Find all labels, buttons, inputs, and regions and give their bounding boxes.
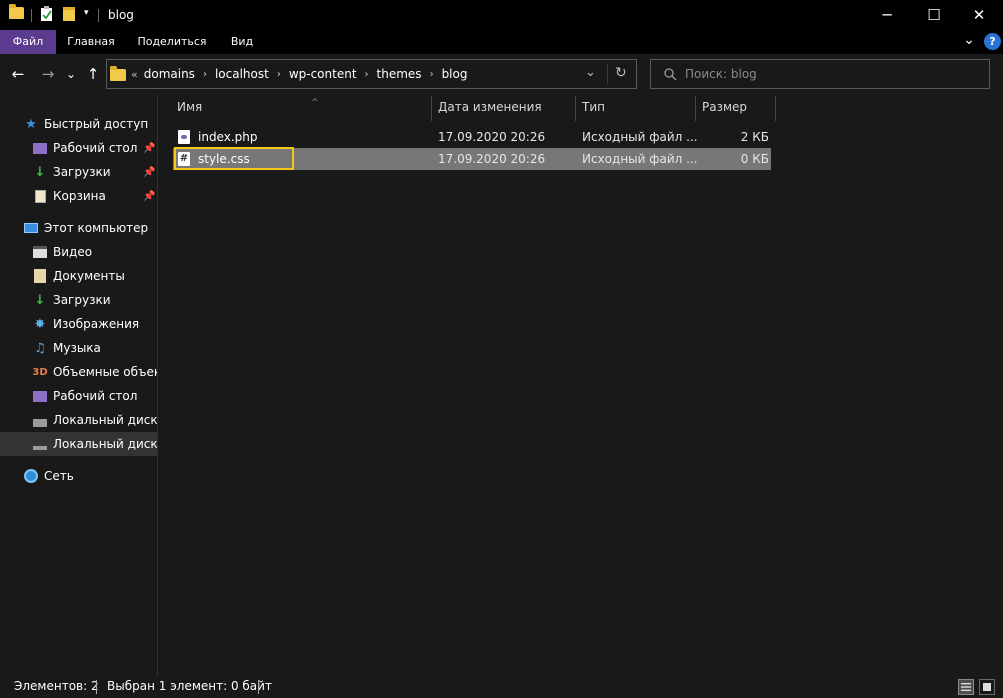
folder-icon (9, 4, 24, 19)
breadcrumb-item[interactable]: domains (144, 67, 195, 81)
search-input[interactable] (685, 67, 965, 81)
tab-home[interactable]: Главная (56, 30, 126, 54)
sidebar-item-downloads-pc[interactable]: ↓ Загрузки (0, 288, 158, 312)
large-icons-view-button[interactable] (979, 679, 995, 695)
address-bar[interactable]: « domains › localhost › wp-content › the… (106, 59, 637, 89)
chevron-right-icon[interactable]: › (365, 69, 369, 80)
downloads-icon: ↓ (34, 292, 46, 308)
window-title: blog (108, 8, 134, 22)
sidebar-item-drive-c[interactable]: Локальный диск (C:) (0, 408, 158, 432)
sidebar-item-quick-access[interactable]: ★ Быстрый доступ (0, 112, 158, 136)
folder-icon (110, 66, 126, 82)
minimize-button[interactable]: ─ (864, 0, 910, 30)
computer-icon (24, 221, 38, 235)
file-size: 2 КБ (740, 130, 769, 144)
network-icon (24, 469, 38, 483)
breadcrumb-item[interactable]: blog (442, 67, 468, 81)
3d-objects-icon: 3D (32, 366, 48, 378)
new-folder-icon[interactable] (63, 6, 76, 22)
sidebar-item-video[interactable]: Видео (0, 240, 158, 264)
chevron-right-icon[interactable]: › (203, 69, 207, 80)
address-history-button[interactable]: ⌄ (585, 65, 596, 80)
file-name: index.php (198, 130, 258, 144)
file-list: Имя ^ Дата изменения Тип Размер index.ph… (158, 94, 1003, 676)
desktop-icon (33, 141, 47, 155)
pin-icon[interactable]: 📌 (143, 191, 155, 202)
sidebar-item-documents[interactable]: Документы (0, 264, 158, 288)
help-icon[interactable]: ? (984, 33, 1001, 50)
downloads-icon: ↓ (34, 164, 46, 180)
sidebar-item-downloads[interactable]: ↓ Загрузки 📌 (0, 160, 158, 184)
video-icon (33, 245, 47, 259)
drive-icon (33, 437, 47, 451)
column-header-date[interactable]: Дата изменения (432, 95, 575, 120)
css-file-icon: # (178, 152, 190, 166)
breadcrumb-item[interactable]: themes (377, 67, 422, 81)
title-bar: ▾ blog ─ ☐ ✕ (0, 0, 1003, 30)
sidebar-item-drive-d[interactable]: Локальный диск (D:) (0, 432, 158, 456)
file-type: Исходный файл ... (582, 130, 698, 144)
chevron-right-icon[interactable]: › (277, 69, 281, 80)
selection-info: Выбран 1 элемент: 0 байт (107, 679, 272, 693)
close-button[interactable]: ✕ (956, 0, 1002, 30)
file-type: Исходный файл ... (582, 152, 698, 166)
search-box[interactable] (650, 59, 990, 89)
properties-icon[interactable] (40, 6, 54, 22)
sidebar-item-desktop-pc[interactable]: Рабочий стол (0, 384, 158, 408)
sidebar-item-this-pc[interactable]: Этот компьютер (0, 216, 158, 240)
tab-view[interactable]: Вид (222, 30, 262, 54)
forward-button[interactable]: → (38, 63, 58, 85)
customize-toolbar-icon[interactable]: ▾ (84, 8, 89, 18)
sidebar-item-pictures[interactable]: ✸ Изображения (0, 312, 158, 336)
file-size: 0 КБ (740, 152, 769, 166)
items-count: Элементов: 2 (14, 679, 99, 693)
pin-icon[interactable]: 📌 (143, 167, 155, 178)
breadcrumb-item[interactable]: wp-content (289, 67, 357, 81)
expand-ribbon-button[interactable]: ⌄ (960, 30, 978, 54)
column-header-type[interactable]: Тип (576, 95, 695, 120)
ribbon-tabs: Файл Главная Поделиться Вид ⌄ ? (0, 30, 1003, 54)
sort-ascending-icon: ^ (311, 98, 319, 108)
php-file-icon (178, 130, 190, 144)
file-date: 17.09.2020 20:26 (438, 152, 546, 166)
pictures-icon: ✸ (34, 316, 46, 332)
chevron-right-icon[interactable]: › (430, 69, 434, 80)
column-header-size[interactable]: Размер (696, 95, 775, 120)
sidebar-item-desktop[interactable]: Рабочий стол 📌 (0, 136, 158, 160)
sidebar-item-3d-objects[interactable]: 3D Объемные объекты (0, 360, 158, 384)
tab-share[interactable]: Поделиться (130, 30, 214, 54)
sidebar-item-network[interactable]: Сеть (0, 464, 158, 488)
navigation-bar: ← → ⌄ ↑ « domains › localhost › wp-conte… (0, 54, 1003, 94)
recycle-bin-icon (33, 189, 47, 203)
refresh-button[interactable]: ↻ (615, 65, 627, 81)
column-header-name[interactable]: Имя ^ (171, 95, 431, 120)
file-row[interactable]: index.php 17.09.2020 20:26 Исходный файл… (173, 126, 771, 148)
file-name: style.css (198, 152, 250, 166)
back-button[interactable]: ← (8, 63, 28, 85)
sidebar-item-music[interactable]: ♫ Музыка (0, 336, 158, 360)
navigation-pane: ★ Быстрый доступ Рабочий стол 📌 ↓ Загруз… (0, 94, 158, 676)
details-view-button[interactable] (958, 679, 974, 695)
file-date: 17.09.2020 20:26 (438, 130, 546, 144)
desktop-icon (33, 389, 47, 403)
breadcrumb: domains › localhost › wp-content › theme… (144, 67, 468, 81)
recent-locations-button[interactable]: ⌄ (64, 63, 78, 85)
drive-icon (33, 413, 47, 427)
tab-file[interactable]: Файл (0, 30, 56, 54)
music-icon: ♫ (34, 340, 46, 356)
maximize-button[interactable]: ☐ (911, 0, 957, 30)
star-icon: ★ (25, 116, 37, 132)
breadcrumb-item[interactable]: localhost (215, 67, 269, 81)
sidebar-item-recycle-bin[interactable]: Корзина 📌 (0, 184, 158, 208)
search-icon (664, 67, 677, 80)
up-button[interactable]: ↑ (84, 63, 102, 85)
status-bar: Элементов: 2 Выбран 1 элемент: 0 байт (0, 676, 1003, 698)
documents-icon (33, 269, 47, 283)
file-row-selected[interactable]: # style.css 17.09.2020 20:26 Исходный фа… (173, 147, 771, 170)
overflow-chevron-icon[interactable]: « (131, 68, 138, 81)
pin-icon[interactable]: 📌 (143, 143, 155, 154)
